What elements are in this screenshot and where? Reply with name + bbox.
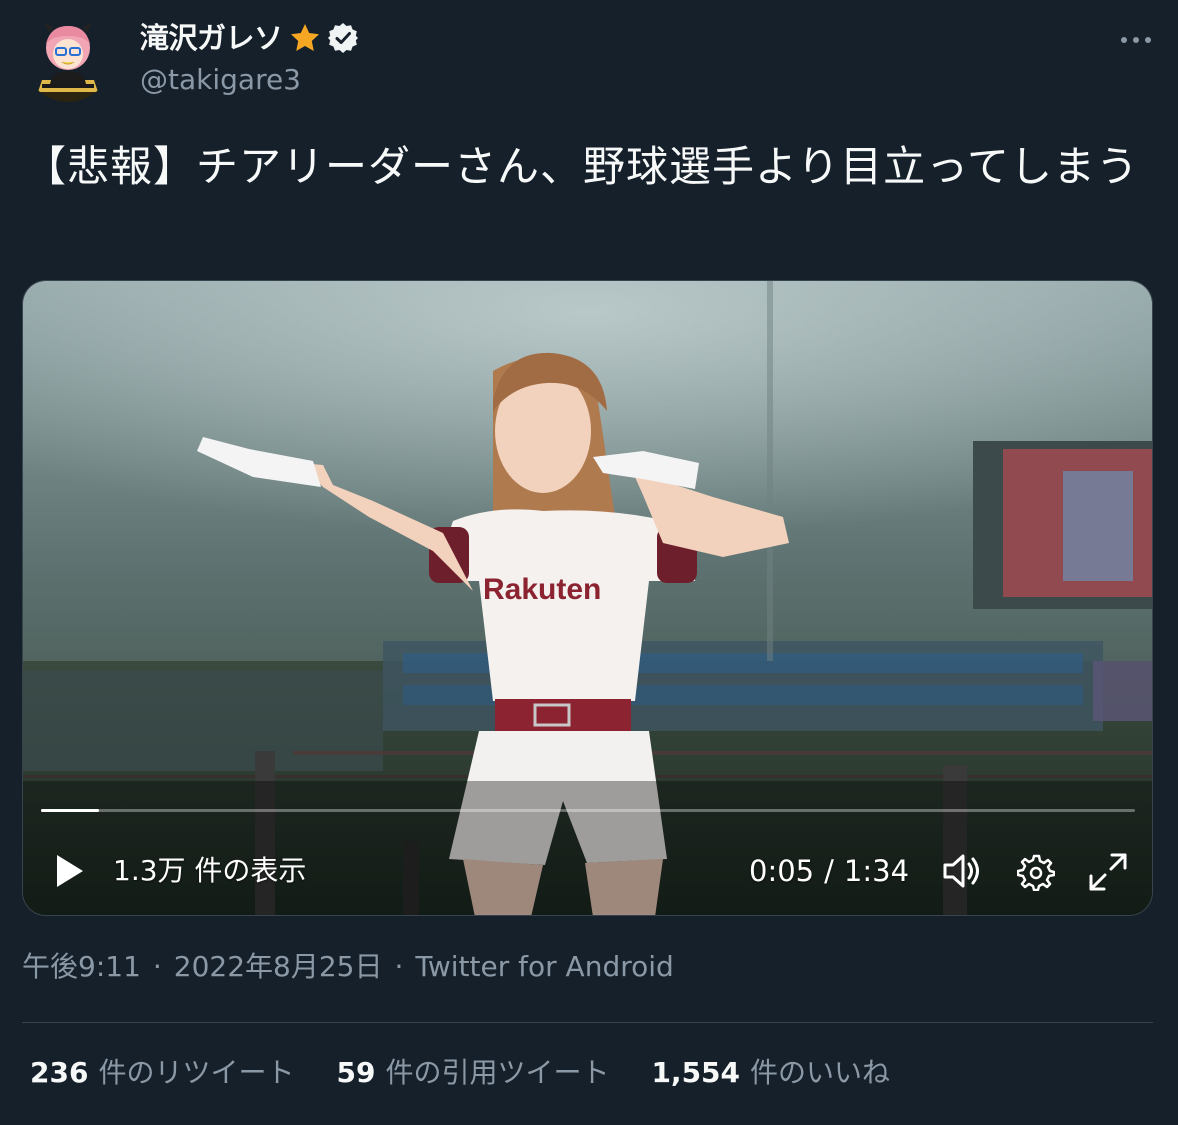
video-progress-fill bbox=[41, 809, 99, 812]
tweet-source[interactable]: Twitter for Android bbox=[415, 946, 673, 988]
time-separator: / bbox=[824, 854, 834, 888]
current-time: 0:05 bbox=[749, 854, 815, 888]
retweet-count: 236 bbox=[30, 1056, 89, 1089]
volume-icon[interactable] bbox=[941, 851, 983, 891]
video-frame: Rakuten bbox=[23, 281, 1152, 915]
video-progress-bar[interactable] bbox=[41, 809, 1135, 812]
video-controls: 1.3万 件の表示 0:05 / 1:34 bbox=[23, 841, 1152, 901]
star-icon bbox=[289, 22, 321, 54]
time-readout: 0:05 / 1:34 bbox=[749, 851, 909, 891]
tweet-meta: 午後9:11 · 2022年8月25日 · Twitter for Androi… bbox=[22, 946, 674, 988]
fullscreen-icon[interactable] bbox=[1087, 851, 1129, 893]
jersey-logo-text: Rakuten bbox=[483, 573, 601, 606]
like-label: 件のいいね bbox=[750, 1056, 891, 1089]
tweet-text: 【悲報】チアリーダーさん、野球選手より目立ってしまう bbox=[24, 142, 1140, 191]
author-name-row[interactable]: 滝沢ガレソ bbox=[140, 18, 359, 58]
quotes-stat[interactable]: 59 件の引用ツイート bbox=[336, 1052, 609, 1094]
display-name[interactable]: 滝沢ガレソ bbox=[140, 18, 283, 58]
avatar[interactable] bbox=[24, 14, 112, 102]
engagement-stats: 236 件のリツイート 59 件の引用ツイート 1,554 件のいいね bbox=[30, 1052, 890, 1094]
tweet-header: 滝沢ガレソ @takigare3 bbox=[0, 0, 1178, 120]
video-player[interactable]: Rakuten 1.3万 件の表示 0:05 / 1:34 bbox=[22, 280, 1153, 916]
tweet-time[interactable]: 午後9:11 bbox=[22, 946, 141, 988]
tweet-date[interactable]: 2022年8月25日 bbox=[174, 946, 383, 988]
play-icon[interactable] bbox=[51, 853, 87, 889]
more-options-icon[interactable] bbox=[1114, 26, 1158, 54]
view-count: 1.3万 件の表示 bbox=[113, 854, 307, 887]
quote-count: 59 bbox=[336, 1056, 376, 1089]
author-handle[interactable]: @takigare3 bbox=[140, 60, 301, 100]
retweets-stat[interactable]: 236 件のリツイート bbox=[30, 1052, 294, 1094]
quote-label: 件の引用ツイート bbox=[385, 1056, 610, 1089]
like-count: 1,554 bbox=[651, 1056, 741, 1089]
likes-stat[interactable]: 1,554 件のいいね bbox=[651, 1052, 890, 1094]
meta-dot: · bbox=[394, 950, 404, 983]
meta-dot: · bbox=[152, 950, 162, 983]
duration: 1:34 bbox=[843, 854, 910, 888]
retweet-label: 件のリツイート bbox=[98, 1056, 295, 1089]
settings-gear-icon[interactable] bbox=[1016, 853, 1056, 892]
divider bbox=[22, 1022, 1153, 1023]
verified-icon bbox=[327, 22, 359, 54]
